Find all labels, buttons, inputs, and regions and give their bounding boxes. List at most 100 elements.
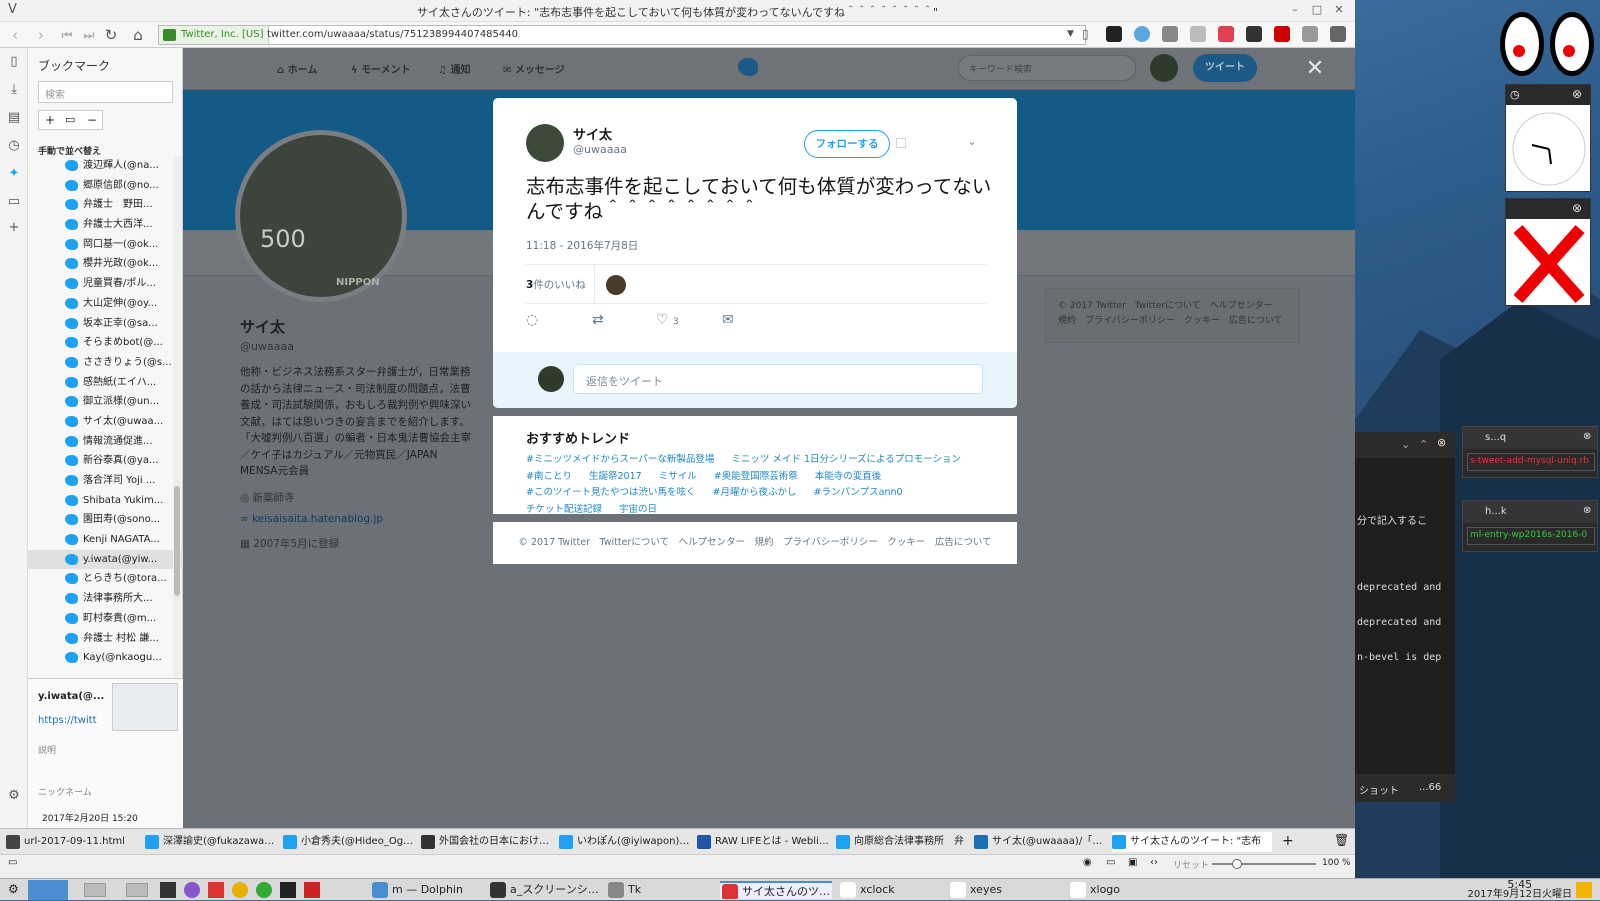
taskbar-item[interactable]: a_スクリーンショ...: [488, 881, 600, 899]
history-icon[interactable]: ◷: [5, 138, 23, 156]
taskbar-clock[interactable]: 5:45 2017年9月12日火曜日: [1467, 879, 1572, 900]
taskbar-item[interactable]: xlogo: [1068, 881, 1180, 899]
dropdown-icon[interactable]: ▼: [1067, 29, 1074, 39]
remove-icon[interactable]: −: [87, 113, 97, 127]
zoom-thumb[interactable]: [1232, 859, 1242, 869]
bookmark-item[interactable]: ささきりょう(@s...: [28, 353, 183, 373]
scroll-thumb[interactable]: [174, 486, 180, 596]
browser-tab[interactable]: サイ太(@uwaaaa)/「志布: [974, 832, 1108, 852]
gear-icon[interactable]: ⚙: [5, 788, 23, 806]
folder-icon[interactable]: ▭: [65, 113, 75, 126]
bookmark-item[interactable]: 情報流通促進...: [28, 432, 183, 452]
reply-icon[interactable]: ◌: [526, 312, 546, 332]
twitter-panel-icon[interactable]: ✦: [5, 166, 23, 184]
close-icon[interactable]: ⊗: [1583, 505, 1591, 516]
trend-link[interactable]: ミサイル: [659, 471, 697, 482]
note-window[interactable]: s...q ⊗ s-tweet-add-mysql-uniq.rb: [1462, 426, 1598, 478]
app-launcher-icon[interactable]: [184, 882, 200, 898]
desktop-pager[interactable]: [28, 880, 68, 900]
profile-name[interactable]: サイ太: [240, 316, 285, 337]
xclock-titlebar[interactable]: ◷ ⊗: [1506, 85, 1590, 105]
close-icon[interactable]: ⊗: [1572, 87, 1582, 101]
minimize-icon[interactable]: –: [1286, 3, 1304, 19]
bookmark-item[interactable]: Kenji NAGATA...: [28, 530, 183, 550]
side-footer-line[interactable]: 規約 プライバシーポリシー クッキー 広告について: [1058, 314, 1287, 329]
twitter-search-input[interactable]: キーワード検索: [958, 55, 1136, 81]
user-avatar[interactable]: [1150, 54, 1178, 82]
add-panel-icon[interactable]: +: [5, 220, 23, 238]
nav-messages[interactable]: ✉ メッセージ: [503, 61, 565, 76]
bookmark-search-input[interactable]: 検索: [38, 81, 173, 103]
notification-icon[interactable]: [1576, 882, 1592, 898]
bookmark-detail-url[interactable]: https://twitt: [38, 715, 97, 726]
chevron-down-icon[interactable]: ⌄: [1401, 438, 1410, 451]
like-button[interactable]: ♡ 3: [656, 312, 696, 332]
extension-icon[interactable]: [1302, 26, 1318, 42]
tweet-timestamp[interactable]: 11:18 - 2016年7月8日: [526, 238, 638, 253]
extension-icon[interactable]: [1162, 26, 1178, 42]
code-icon[interactable]: ‹›: [1150, 857, 1158, 868]
bookmark-icon[interactable]: ▯: [1082, 27, 1089, 41]
tweet-button[interactable]: ツイート: [1193, 54, 1257, 82]
xclock-window[interactable]: ◷ ⊗: [1505, 84, 1591, 192]
bookmark-panel-icon[interactable]: ▯: [5, 54, 23, 72]
terminal-launcher-icon[interactable]: [280, 882, 296, 898]
modal-footer[interactable]: © 2017 Twitter Twitterについて ヘルプセンター 規約 プラ…: [493, 522, 1017, 564]
new-tab-icon[interactable]: +: [1282, 833, 1294, 849]
pocket-icon[interactable]: [1218, 26, 1234, 42]
page-icon[interactable]: ▭: [5, 194, 23, 212]
trash-icon[interactable]: 🗑: [1334, 833, 1349, 847]
nav-home[interactable]: ⌂ ホーム: [277, 61, 317, 76]
bookmark-item[interactable]: 郷原信郎(@no...: [28, 176, 183, 196]
browser-tab[interactable]: RAW LIFEとは - Weblio辞: [697, 832, 831, 852]
bookmark-item[interactable]: 町村泰貴(@m...: [28, 609, 183, 629]
security-badge[interactable]: Twitter, Inc. [US]: [159, 26, 269, 44]
reset-label[interactable]: リセット: [1173, 858, 1209, 871]
trend-link[interactable]: #ランパンプスann0: [814, 487, 903, 498]
follow-button[interactable]: フォローする: [804, 130, 890, 158]
back-icon[interactable]: ‹: [4, 25, 26, 45]
message-icon[interactable]: ✉: [722, 312, 742, 332]
browser-tab[interactable]: 向原総合法律事務所 弁: [836, 832, 970, 852]
image-icon[interactable]: ▣: [1128, 857, 1137, 868]
extension-badge-icon[interactable]: [1274, 26, 1290, 42]
terminal-window[interactable]: ⌄ ⌃ ⊗ 分で記入するこ deprecated and deprecated …: [1355, 432, 1455, 802]
bookmark-item[interactable]: 園田寿(@sono...: [28, 510, 183, 530]
trend-link[interactable]: #奥能登国際芸術祭: [714, 471, 798, 482]
close-icon[interactable]: ⊗: [1437, 436, 1446, 449]
start-menu-icon[interactable]: ⚙: [8, 882, 19, 896]
retweet-icon[interactable]: ⇄: [592, 312, 612, 332]
add-icon[interactable]: +: [45, 113, 55, 127]
close-icon[interactable]: ⊗: [1583, 431, 1591, 442]
evernote-icon[interactable]: [1246, 26, 1262, 42]
profile-avatar[interactable]: 500 NIPPON: [235, 130, 407, 302]
taskbar-item[interactable]: xclock: [838, 881, 950, 899]
chevron-down-icon[interactable]: ⌄: [967, 134, 977, 148]
bookmark-item[interactable]: 岡口基一(@ok...: [28, 235, 183, 255]
twitter-extension-icon[interactable]: [1134, 26, 1150, 42]
taskbar-item[interactable]: サイ太さんのツイ...: [720, 881, 832, 899]
trend-link[interactable]: チケット配送記録: [526, 504, 602, 515]
bookmark-item[interactable]: 御立派様(@un...: [28, 392, 183, 412]
side-footer-line[interactable]: © 2017 Twitter Twitterについて ヘルプセンター: [1058, 299, 1287, 314]
note-titlebar[interactable]: h...k ⊗: [1463, 501, 1597, 523]
taskbar-item[interactable]: m — Dolphin: [370, 881, 482, 899]
bookmark-item[interactable]: 新谷泰真(@ya...: [28, 451, 183, 471]
app-launcher-icon[interactable]: [304, 882, 320, 898]
xlogo-titlebar[interactable]: ⊗: [1506, 199, 1590, 219]
liker-avatar[interactable]: [606, 275, 626, 295]
follow-menu-icon[interactable]: [896, 138, 906, 148]
camera-icon[interactable]: ◉: [1083, 857, 1092, 868]
maximize-icon[interactable]: □: [1308, 3, 1326, 19]
browser-tab[interactable]: 深澤諭史(@fukazawas)さ: [145, 832, 279, 852]
extension-icon[interactable]: [1190, 26, 1206, 42]
browser-tab[interactable]: 小倉秀夫(@Hideo_Ogura: [283, 832, 417, 852]
trend-link[interactable]: 生誕祭2017: [589, 471, 642, 482]
terminal-titlebar[interactable]: ⌄ ⌃ ⊗: [1355, 432, 1455, 458]
close-modal-icon[interactable]: ✕: [1300, 54, 1330, 84]
bookmark-detail-name[interactable]: y.iwata(@...: [38, 691, 104, 702]
browser-tab[interactable]: いわぽん(@iyiwapon)さん: [559, 832, 693, 852]
vivaldi-launcher-icon[interactable]: [208, 882, 224, 898]
browser-tab[interactable]: サイ太さんのツイート: "志布: [1112, 832, 1272, 852]
likes-stat[interactable]: 3件のいいね: [526, 277, 586, 292]
